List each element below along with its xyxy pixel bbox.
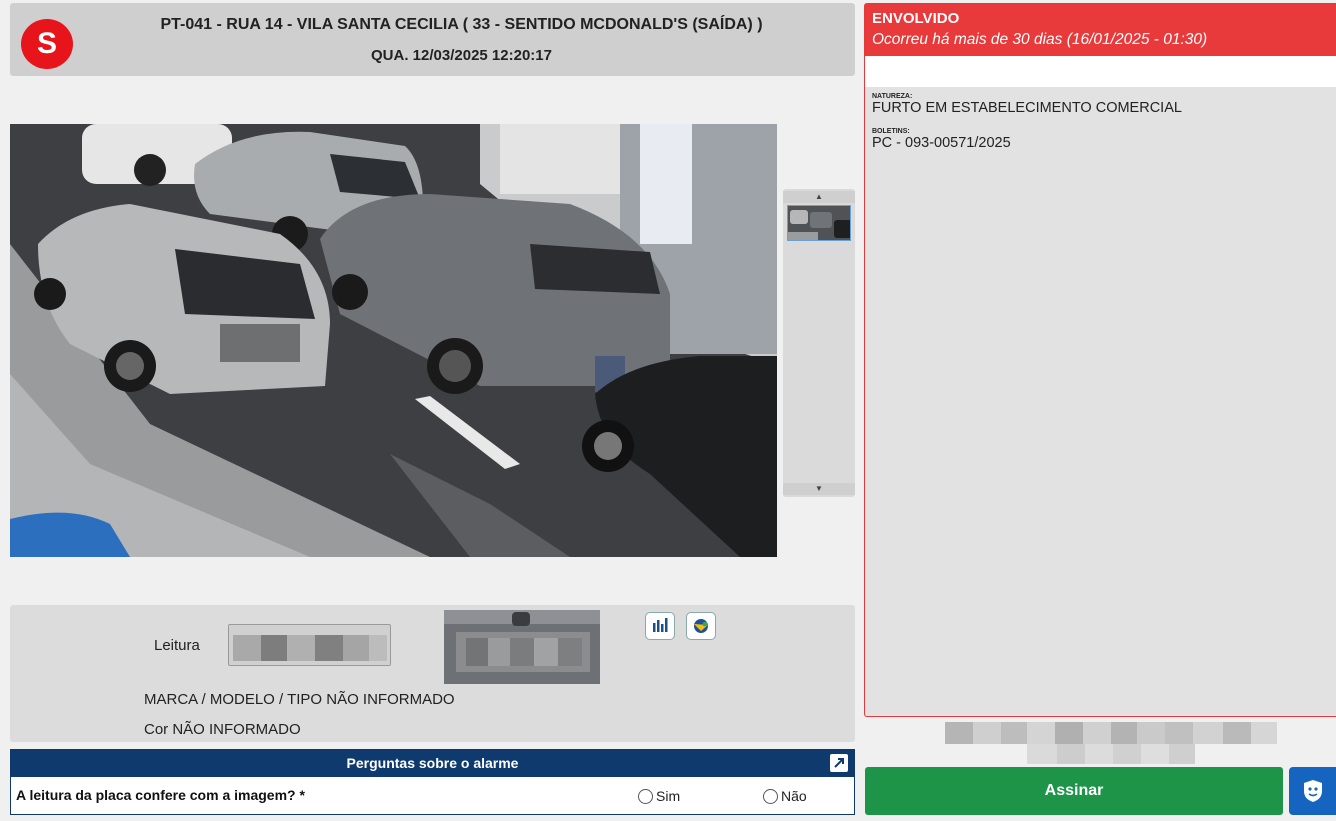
map-icon[interactable] — [686, 612, 716, 640]
envolvido-subtitle: Ocorreu há mais de 30 dias (16/01/2025 -… — [872, 31, 1208, 48]
natureza-label: NATUREZA: — [872, 93, 913, 100]
capture-datetime: QUA. 12/03/2025 12:20:17 — [371, 47, 552, 64]
envolvido-title: ENVOLVIDO — [872, 10, 960, 27]
envolvido-header: ENVOLVIDO Ocorreu há mais de 30 dias (16… — [865, 4, 1336, 56]
header-bar: S PT-041 - RUA 14 - VILA SANTA CECILIA (… — [10, 3, 855, 76]
answer-yes-radio[interactable]: Sim — [638, 788, 680, 804]
logo-letter: S — [36, 27, 57, 60]
blurred-identifier — [937, 719, 1285, 765]
marca-modelo-text: MARCA / MODELO / TIPO NÃO INFORMADO — [144, 691, 455, 708]
alarm-questions-panel: Perguntas sobre o alarme A leitura da pl… — [10, 749, 855, 815]
sign-button[interactable]: Assinar — [865, 767, 1283, 815]
plate-reading-panel: Leitura MARCA / MODELO / TIPO NÃO INFORM… — [10, 605, 855, 742]
plate-reading-field[interactable] — [228, 624, 391, 666]
boletins-label: BOLETINS: — [872, 128, 910, 135]
logo-icon: S — [21, 19, 73, 69]
answer-no-radio[interactable]: Não — [763, 788, 807, 804]
plate-crop-image — [444, 610, 600, 684]
camera-title: PT-041 - RUA 14 - VILA SANTA CECILIA ( 3… — [160, 16, 763, 33]
questions-header: Perguntas sobre o alarme — [11, 750, 854, 777]
natureza-value: FURTO EM ESTABELECIMENTO COMERCIAL — [872, 100, 1182, 116]
thumbnail-image[interactable] — [787, 205, 851, 241]
answer-no-label: Não — [781, 788, 807, 804]
questions-header-label: Perguntas sobre o alarme — [346, 755, 519, 771]
scroll-down-icon[interactable]: ▼ — [783, 483, 855, 495]
plate-match-question: A leitura da placa confere com a imagem?… — [16, 787, 305, 803]
radio-no-icon[interactable] — [763, 788, 778, 804]
chart-icon[interactable] — [645, 612, 675, 640]
shield-icon[interactable] — [1289, 767, 1336, 815]
leitura-label: Leitura — [154, 637, 200, 654]
envolvido-panel: ENVOLVIDO Ocorreu há mais de 30 dias (16… — [864, 3, 1336, 717]
scroll-up-icon[interactable]: ▲ — [783, 191, 855, 203]
cor-text: Cor NÃO INFORMADO — [144, 721, 301, 738]
expand-icon[interactable] — [830, 754, 848, 772]
radio-yes-icon[interactable] — [638, 788, 653, 804]
envolvido-spacer — [865, 56, 1336, 87]
boletins-value: PC - 093-00571/2025 — [872, 135, 1011, 151]
vehicle-photo[interactable] — [10, 124, 777, 557]
answer-yes-label: Sim — [656, 788, 681, 804]
thumbnail-strip: ▲ ▼ — [783, 189, 855, 497]
